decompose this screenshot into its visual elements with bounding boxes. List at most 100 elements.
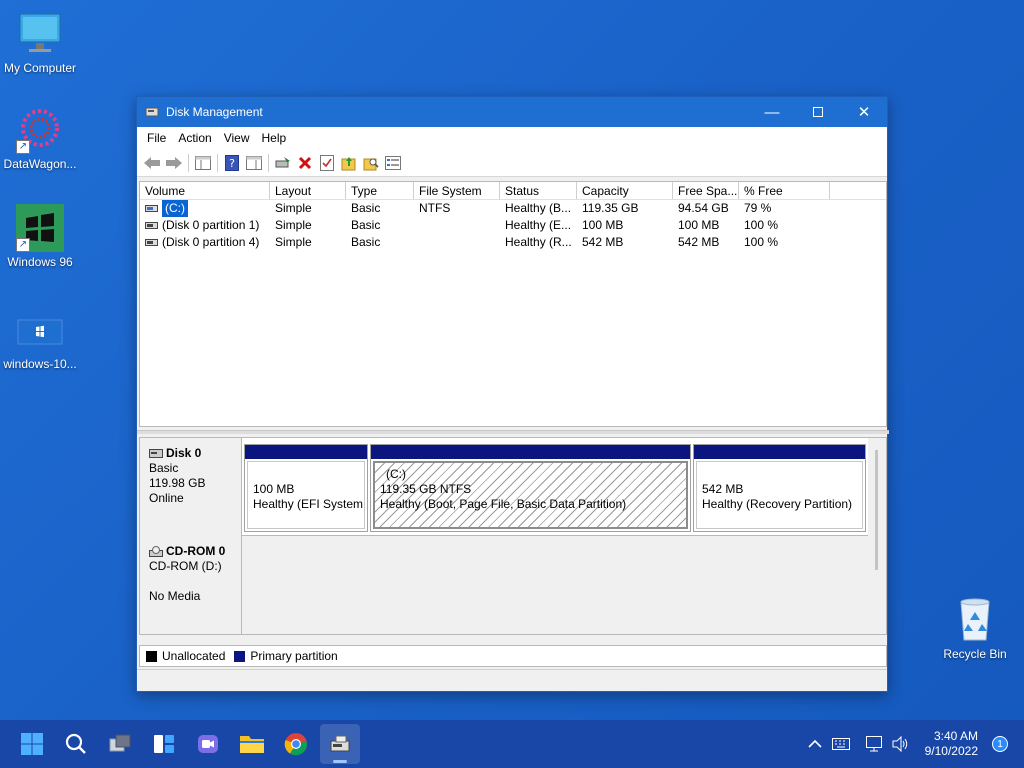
back-arrow-icon (144, 156, 160, 169)
desktop-icon-recycle-bin[interactable]: Recycle Bin (935, 596, 1015, 661)
search-button[interactable] (360, 152, 382, 174)
table-row[interactable]: (C:) Simple Basic NTFS Healthy (B... 119… (140, 200, 886, 217)
legend-primary-swatch (234, 650, 246, 662)
network-button[interactable] (863, 732, 887, 756)
partition-efi[interactable]: 100 MB Healthy (EFI System P (244, 444, 368, 532)
volume-layout: Simple (275, 201, 312, 215)
task-view-button[interactable] (100, 724, 140, 764)
partition-title: (C:) (386, 467, 406, 481)
task-view-icon (109, 734, 131, 752)
partition-bar (694, 445, 865, 459)
table-row[interactable]: (Disk 0 partition 1) Simple Basic Health… (140, 217, 886, 234)
close-button[interactable]: ✕ (841, 97, 887, 127)
minimize-icon: — (764, 103, 780, 121)
menu-view[interactable]: View (218, 131, 256, 145)
partition-status: Healthy (Boot, Page File, Basic Data Par… (380, 497, 627, 511)
column-header-layout[interactable]: Layout (270, 182, 346, 199)
clock[interactable]: 3:40 AM 9/10/2022 (925, 729, 978, 759)
close-icon: ✕ (857, 104, 871, 121)
teams-chat-button[interactable] (188, 724, 228, 764)
checklist-icon (320, 154, 334, 171)
column-header-percent-free[interactable]: % Free (739, 182, 830, 199)
desktop-icon-label: Recycle Bin (943, 647, 1007, 661)
legend-primary-label: Primary partition (250, 649, 338, 663)
menu-file[interactable]: File (141, 131, 172, 145)
keyboard-button[interactable] (829, 732, 853, 756)
column-header-status[interactable]: Status (500, 182, 577, 199)
forward-button[interactable] (163, 152, 185, 174)
disk-0-label[interactable]: Disk 0 Basic 119.98 GB Online (140, 438, 242, 536)
delete-button[interactable] (294, 152, 316, 174)
cdrom-0-label[interactable]: CD-ROM 0 CD-ROM (D:) No Media (140, 536, 242, 634)
volume-icon (145, 222, 158, 229)
column-header-capacity[interactable]: Capacity (577, 182, 673, 199)
disk-management-icon (330, 735, 350, 752)
disk-0-partitions: 100 MB Healthy (EFI System P (C:) 119.35… (242, 438, 868, 536)
pane-splitter[interactable] (137, 430, 889, 434)
widgets-icon (154, 735, 174, 753)
volume-name: (Disk 0 partition 4) (162, 235, 260, 249)
hard-disk-icon (149, 449, 163, 458)
partition-bar (245, 445, 367, 459)
disk-connect-icon (275, 156, 290, 167)
export-button[interactable] (338, 152, 360, 174)
file-explorer-button[interactable] (232, 724, 272, 764)
connect-disk-button[interactable] (272, 152, 294, 174)
show-hidden-icons-button[interactable] (803, 732, 827, 756)
volume-capacity: 100 MB (582, 218, 624, 232)
svg-text:?: ? (229, 157, 235, 170)
check-button[interactable] (316, 152, 338, 174)
folder-icon (240, 736, 264, 753)
menu-help[interactable]: Help (256, 131, 293, 145)
toolbar-separator (188, 153, 189, 172)
volume-free-space: 542 MB (678, 235, 720, 249)
desktop-icon-windows-10[interactable]: windows-10... (0, 306, 80, 371)
volume-button[interactable] (889, 732, 913, 756)
minimize-button[interactable]: — (749, 97, 795, 127)
properties-view-button[interactable] (243, 152, 265, 174)
column-header-free-space[interactable]: Free Spa... (673, 182, 739, 199)
widgets-button[interactable] (144, 724, 184, 764)
taskbar-search-button[interactable] (56, 724, 96, 764)
maximize-button[interactable] (795, 97, 841, 127)
cd-drive-icon (149, 546, 163, 557)
column-header-type[interactable]: Type (346, 182, 414, 199)
disk-management-window: Disk Management — ✕ File Action View Hel… (136, 96, 889, 692)
window-title: Disk Management (166, 105, 263, 119)
desktop-icon-label: Windows 96 (7, 255, 73, 269)
start-button[interactable] (12, 724, 52, 764)
partition-status: Healthy (Recovery Partition) (702, 497, 853, 511)
volume-file-system: NTFS (419, 201, 451, 215)
settings-button[interactable] (382, 152, 404, 174)
back-button[interactable] (141, 152, 163, 174)
column-header-file-system[interactable]: File System (414, 182, 500, 199)
volume-percent-free: 79 % (744, 201, 772, 215)
show-hide-console-tree-button[interactable] (192, 152, 214, 174)
graphical-view-scrollbar[interactable] (875, 450, 878, 570)
disk-management-taskbar-button[interactable] (320, 724, 360, 764)
chrome-button[interactable] (276, 724, 316, 764)
datawagon-icon: ↗ (16, 106, 64, 154)
network-monitor-icon (865, 736, 882, 752)
disk-graphical-view: Disk 0 Basic 119.98 GB Online 100 MB Hea… (139, 437, 887, 635)
desktop-icon-datawagon[interactable]: ↗ DataWagon... (0, 106, 80, 171)
cdrom-0-media: No Media (149, 589, 201, 603)
speaker-icon (892, 736, 907, 752)
notification-badge[interactable]: 1 (992, 736, 1008, 752)
windows-logo-icon (21, 733, 43, 755)
volume-icon (145, 239, 158, 246)
volume-status: Healthy (E... (505, 218, 572, 232)
help-button[interactable]: ? (221, 152, 243, 174)
column-header-volume[interactable]: Volume (140, 182, 270, 199)
desktop-icon-windows-96[interactable]: ↗ Windows 96 (0, 204, 80, 269)
disk-0-row: Disk 0 Basic 119.98 GB Online 100 MB Hea… (140, 438, 868, 536)
partition-c[interactable]: (C:) 119.35 GB NTFS Healthy (Boot, Page … (370, 444, 691, 532)
table-row[interactable]: (Disk 0 partition 4) Simple Basic Health… (140, 234, 886, 251)
chrome-icon (284, 733, 308, 756)
partition-recovery[interactable]: 542 MB Healthy (Recovery Partition) (693, 444, 866, 532)
desktop-icon-my-computer[interactable]: My Computer (0, 10, 80, 75)
title-bar[interactable]: Disk Management — ✕ (137, 97, 887, 127)
shortcut-arrow-icon: ↗ (16, 238, 30, 252)
menu-action[interactable]: Action (172, 131, 217, 145)
cdrom-0-area (242, 536, 868, 634)
